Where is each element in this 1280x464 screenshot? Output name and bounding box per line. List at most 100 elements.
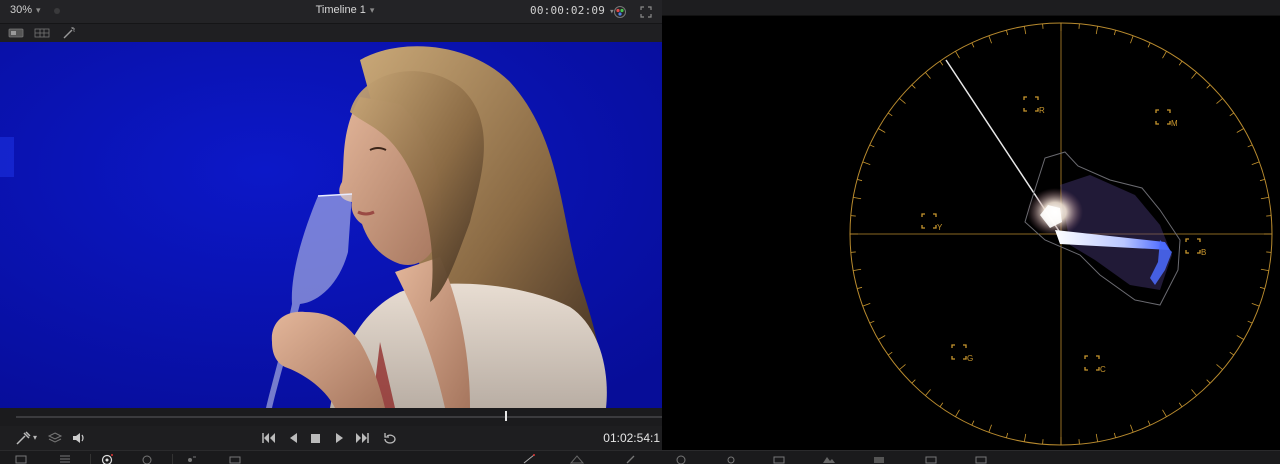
zoom-dropdown[interactable]: 30% ▾ — [10, 4, 41, 16]
app-window: 30% ▾ Timeline 1 ▾ 00:00:02:09 ▾ ▾ 01:02… — [0, 0, 1280, 464]
target-c: C — [1084, 355, 1106, 374]
target-icon[interactable] — [674, 453, 688, 464]
vectorscope-tick — [862, 161, 871, 165]
pen-icon[interactable] — [624, 453, 638, 464]
scrubber-track[interactable] — [16, 416, 662, 418]
vectorscope-tick — [1206, 84, 1211, 89]
loop-icon[interactable] — [381, 430, 399, 446]
target-r: R — [1023, 96, 1045, 115]
target-label: C — [1100, 365, 1106, 374]
stop-icon[interactable] — [307, 430, 325, 446]
vectorscope-tick — [1206, 379, 1211, 384]
vectorscope-tick — [1178, 60, 1183, 66]
vectorscope-tick — [1006, 432, 1009, 438]
vectorscope-tick — [1023, 26, 1027, 35]
vectorscope-tick — [862, 303, 871, 307]
triangle-icon[interactable] — [570, 453, 584, 464]
vectorscope-tick — [1259, 286, 1265, 289]
vectorscope-tick — [1216, 98, 1223, 104]
vectorscope-tick — [911, 84, 916, 89]
vectorscope-tick — [911, 379, 916, 384]
page-navigation-bar — [0, 450, 1280, 464]
separator-dot — [54, 8, 60, 14]
vectorscope-tick — [1162, 51, 1167, 59]
timeline-scrubber[interactable] — [0, 408, 662, 426]
scope-icon[interactable] — [872, 453, 886, 464]
grid-view-icon[interactable] — [34, 26, 50, 40]
vectorscope-tick — [1162, 409, 1167, 417]
viewer-panel: 30% ▾ Timeline 1 ▾ 00:00:02:09 ▾ ▾ 01:02… — [0, 0, 662, 464]
layers-icon[interactable] — [46, 430, 64, 446]
target-b: B — [1185, 238, 1206, 257]
chevron-down-icon[interactable]: ▾ — [30, 430, 40, 446]
single-view-icon[interactable] — [8, 26, 24, 40]
vectorscope-tick — [1216, 364, 1223, 370]
vectorscope[interactable]: R M Y B G C — [662, 16, 1280, 464]
viewer-header: 30% ▾ Timeline 1 ▾ 00:00:02:09 ▾ — [0, 0, 662, 24]
vectorscope-tick — [1260, 268, 1269, 272]
target-label: R — [1039, 106, 1045, 115]
window-icon[interactable] — [772, 453, 786, 464]
vectorscope-tick — [853, 196, 862, 200]
monitor-icon[interactable] — [974, 453, 988, 464]
vectorscope-tick — [869, 144, 875, 148]
vectorscope-tick — [1251, 161, 1260, 165]
keyframe-icon[interactable] — [184, 453, 198, 464]
scope-header — [662, 0, 1280, 16]
vectorscope-tick — [939, 60, 944, 66]
play-icon[interactable] — [330, 430, 348, 446]
mountain-icon[interactable] — [822, 453, 836, 464]
vectorscope-tick — [857, 179, 863, 182]
reverse-play-icon[interactable] — [285, 430, 303, 446]
speaker-icon[interactable] — [70, 430, 88, 446]
target-g: G — [951, 344, 973, 363]
vectorscope-tick — [988, 35, 992, 44]
info-icon[interactable] — [924, 453, 938, 464]
expand-icon[interactable] — [638, 4, 654, 20]
skip-back-icon[interactable] — [260, 430, 278, 446]
vectorscope-tick — [1130, 35, 1134, 44]
record-timecode: 01:02:54:1 — [603, 431, 660, 445]
media-pool-icon[interactable] — [14, 453, 28, 464]
video-frame[interactable] — [0, 42, 662, 408]
vectorscope-tick — [1113, 30, 1116, 36]
grid-icon[interactable] — [58, 453, 72, 464]
vectorscope-tick — [971, 42, 975, 48]
source-timecode-dropdown[interactable]: 00:00:02:09 ▾ — [530, 4, 615, 17]
curves-icon[interactable] — [522, 453, 536, 464]
clip-icon[interactable] — [228, 453, 242, 464]
vectorscope-tick — [1006, 30, 1009, 36]
color-wheel-icon[interactable] — [612, 4, 628, 20]
vectorscope-tick — [925, 72, 931, 79]
target-label: B — [1201, 248, 1206, 257]
playhead[interactable] — [505, 411, 507, 421]
vectorscope-tick — [1095, 26, 1099, 35]
vectorscope-tick — [1191, 389, 1197, 396]
target-y: Y — [921, 213, 943, 232]
vectorscope-tick — [1247, 144, 1253, 148]
vectorscope-tick — [955, 409, 960, 417]
vectorscope-tick — [878, 335, 886, 340]
target-label: M — [1171, 119, 1178, 128]
magic-wand-icon[interactable] — [62, 26, 78, 40]
target-label: Y — [937, 223, 943, 232]
vectorscope-tick — [1023, 433, 1027, 442]
vectorscope-tick — [887, 351, 893, 356]
timeline-dropdown[interactable]: Timeline 1 ▾ — [290, 4, 400, 16]
node-icon[interactable] — [140, 453, 154, 464]
color-page-icon[interactable] — [100, 453, 114, 464]
vectorscope-tick — [1229, 112, 1235, 117]
video-image — [0, 42, 662, 408]
vectorscope-trace — [1024, 151, 1181, 306]
vectorscope-tick — [925, 389, 931, 396]
skip-forward-icon[interactable] — [353, 430, 371, 446]
vectorscope-tick — [887, 112, 893, 117]
vectorscope-tick — [1251, 303, 1260, 307]
vectorscope-tick — [853, 268, 862, 272]
target-label: G — [967, 354, 973, 363]
vectorscope-tick — [1130, 424, 1134, 433]
source-timecode: 00:00:02:09 — [530, 4, 606, 17]
tracker-icon[interactable] — [724, 453, 738, 464]
vectorscope-tick — [988, 424, 992, 433]
vectorscope-tick — [1247, 320, 1253, 324]
